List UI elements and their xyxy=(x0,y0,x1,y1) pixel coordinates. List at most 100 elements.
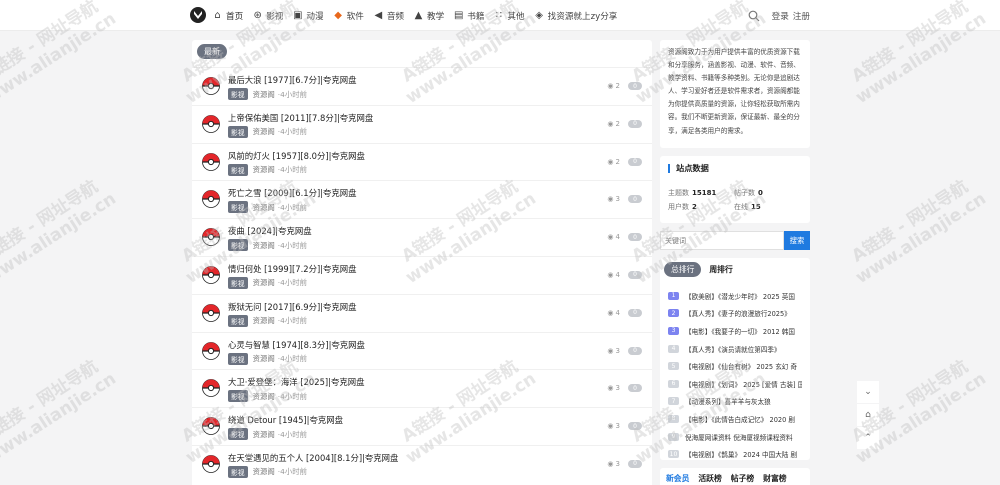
rank-title[interactable]: 【电影】《我要子的一切》 2012 韩国 xyxy=(685,326,795,336)
category-badge[interactable]: 影视 xyxy=(228,276,248,289)
rank-item[interactable]: 10 【电视剧】《鹊巢》 2024 中国大陆 剧 xyxy=(668,445,802,463)
post-row[interactable]: 死亡之雪 [2009][6.1分]|夸克网盘 影视 资源阁 · 4小时前 ◉ 3 0 xyxy=(192,180,652,218)
pokeball-avatar-icon[interactable] xyxy=(202,341,220,360)
post-title[interactable]: 大卫·爱登堡：海洋 [2025]|夸克网盘 xyxy=(228,376,365,388)
tab-weekly-rank[interactable]: 周排行 xyxy=(709,264,732,275)
post-author[interactable]: 资源阁 xyxy=(253,202,275,213)
pokeball-avatar-icon[interactable] xyxy=(202,114,220,133)
rank-item[interactable]: 7 【动漫系列】喜羊羊与灰太狼 xyxy=(668,393,802,411)
pokeball-avatar-icon[interactable] xyxy=(202,303,220,322)
latest-tab[interactable]: 最新 xyxy=(197,44,227,59)
post-row[interactable]: 上帝保佑美国 [2011][7.8分]|夸克网盘 影视 资源阁 · 4小时前 ◉ 2 0 xyxy=(192,104,652,143)
category-badge[interactable]: 影视 xyxy=(228,125,248,138)
search-icon[interactable] xyxy=(748,10,760,22)
post-row[interactable]: 情归何处 [1999][7.2分]|夸克网盘 影视 资源阁 · 4小时前 ◉ 4 0 xyxy=(192,255,652,294)
post-author[interactable]: 资源阁 xyxy=(253,126,275,137)
category-badge[interactable]: 影视 xyxy=(228,314,248,327)
post-title[interactable]: 夜曲 [2024]|夸克网盘 xyxy=(228,225,312,237)
nav-item-share[interactable]: ◈ 找资源就上zy分享 xyxy=(534,10,617,22)
nav-item-home[interactable]: ⌂ 首页 xyxy=(212,10,243,22)
category-badge[interactable]: 影视 xyxy=(228,428,248,441)
category-badge[interactable]: 影视 xyxy=(228,465,248,478)
rank-title[interactable]: 【真人秀】《妻子的浪漫旅行2025》 xyxy=(685,308,791,318)
rank-item[interactable]: 9 倪海厦网课资料 倪海厦视频课程资料 xyxy=(668,428,802,446)
tab-post-rank[interactable]: 帖子榜 xyxy=(731,473,754,483)
post-author[interactable]: 资源阁 xyxy=(253,429,275,440)
rank-item[interactable]: 6 【电视剧】《划词》 2025 [爱情 古装] 国 xyxy=(668,375,802,393)
pokeball-avatar-icon[interactable] xyxy=(202,266,220,284)
rank-title[interactable]: 【欧美剧】《潜龙少年时》 2025 英国 xyxy=(685,291,795,301)
post-author[interactable]: 资源阁 xyxy=(253,277,275,288)
rank-item[interactable]: 2 【真人秀】《妻子的浪漫旅行2025》 xyxy=(668,305,802,323)
register-link[interactable]: 注册 xyxy=(793,10,810,22)
pokeball-avatar-icon[interactable] xyxy=(202,228,220,247)
post-title[interactable]: 心灵与智慧 [1974][8.3分]|夸克网盘 xyxy=(228,339,365,351)
search-input[interactable] xyxy=(660,231,784,250)
post-row[interactable]: 最后大浪 [1977][6.7分]|夸克网盘 影视 资源阁 · 4小时前 ◉ 2 0 xyxy=(192,67,652,105)
rank-title[interactable]: 【动漫系列】喜羊羊与灰太狼 xyxy=(685,396,771,406)
pokeball-avatar-icon[interactable] xyxy=(202,152,220,171)
category-badge[interactable]: 影视 xyxy=(228,201,248,214)
nav-item-anime[interactable]: ▣ 动漫 xyxy=(292,10,323,22)
nav-item-books[interactable]: ▤ 书籍 xyxy=(453,10,484,22)
pokeball-avatar-icon[interactable] xyxy=(202,190,220,209)
nav-item-film[interactable]: ⊛ 影视 xyxy=(252,10,284,22)
rank-item[interactable]: 4 【真人秀】《演员请就位第四季》 xyxy=(668,340,802,358)
post-row[interactable]: 风前的灯火 [1957][8.0分]|夸克网盘 影视 资源阁 · 4小时前 ◉ 2 0 xyxy=(192,142,652,181)
post-title[interactable]: 最后大浪 [1977][6.7分]|夸克网盘 xyxy=(228,74,357,86)
post-title[interactable]: 风前的灯火 [1957][8.0分]|夸克网盘 xyxy=(228,150,365,162)
post-title[interactable]: 绕道 Detour [1945]|夸克网盘 xyxy=(228,414,343,426)
site-logo-icon[interactable] xyxy=(190,7,206,23)
rank-item[interactable]: 3 【电影】《我要子的一切》 2012 韩国 xyxy=(668,322,802,340)
category-badge[interactable]: 影视 xyxy=(228,352,248,365)
post-row[interactable]: 绕道 Detour [1945]|夸克网盘 影视 资源阁 · 4小时前 ◉ 3 0 xyxy=(192,407,652,445)
post-author[interactable]: 资源阁 xyxy=(253,89,275,100)
pokeball-avatar-icon[interactable] xyxy=(202,417,220,436)
post-title[interactable]: 在天堂遇见的五个人 [2004][8.1分]|夸克网盘 xyxy=(228,452,398,464)
post-title[interactable]: 上帝保佑美国 [2011][7.8分]|夸克网盘 xyxy=(228,112,373,124)
post-row[interactable]: 夜曲 [2024]|夸克网盘 影视 资源阁 · 4小时前 ◉ 4 0 xyxy=(192,218,652,256)
nav-item-other[interactable]: ∷ 其他 xyxy=(493,10,525,22)
post-author[interactable]: 资源阁 xyxy=(253,466,275,477)
post-author[interactable]: 资源阁 xyxy=(253,391,275,402)
pokeball-avatar-icon[interactable] xyxy=(202,77,220,95)
post-author[interactable]: 资源阁 xyxy=(253,315,275,326)
category-badge[interactable]: 影视 xyxy=(228,163,248,176)
rank-item[interactable]: 5 【电视剧】《仙台有树》 2025 玄幻 奇 xyxy=(668,357,802,375)
home-icon[interactable]: ⌂ xyxy=(857,404,879,426)
post-author[interactable]: 资源阁 xyxy=(253,353,275,364)
post-title[interactable]: 叛狱无问 [2017][6.9分]|夸克网盘 xyxy=(228,301,357,313)
tab-total-rank[interactable]: 总排行 xyxy=(664,262,702,277)
chevron-up-icon[interactable]: ⌃ xyxy=(857,427,879,449)
post-author[interactable]: 资源阁 xyxy=(253,240,275,251)
login-link[interactable]: 登录 xyxy=(772,10,789,22)
pokeball-avatar-icon[interactable] xyxy=(202,455,220,473)
search-button[interactable]: 搜索 xyxy=(784,231,810,250)
rank-item[interactable]: 1 【欧美剧】《潜龙少年时》 2025 英国 xyxy=(668,287,802,305)
post-row[interactable]: 在天堂遇见的五个人 [2004][8.1分]|夸克网盘 影视 资源阁 · 4小时前 ◉ 3 0 xyxy=(192,444,652,483)
post-row[interactable]: 心灵与智慧 [1974][8.3分]|夸克网盘 影视 资源阁 · 4小时前 ◉ 3 0 xyxy=(192,331,652,370)
post-title[interactable]: 情归何处 [1999][7.2分]|夸克网盘 xyxy=(228,263,357,275)
post-row[interactable]: 大卫·爱登堡：海洋 [2025]|夸克网盘 影视 资源阁 · 4小时前 ◉ 3 0 xyxy=(192,369,652,407)
post-author[interactable]: 资源阁 xyxy=(253,164,275,175)
chevron-down-icon[interactable]: ⌄ xyxy=(857,381,879,403)
tab-wealth-rank[interactable]: 财富榜 xyxy=(763,473,786,483)
tab-active-rank[interactable]: 活跃榜 xyxy=(698,473,721,483)
category-badge[interactable]: 影视 xyxy=(228,390,248,403)
post-title[interactable]: 死亡之雪 [2009][6.1分]|夸克网盘 xyxy=(228,187,357,199)
rank-title[interactable]: 倪海厦网课资料 倪海厦视频课程资料 xyxy=(685,432,793,442)
nav-item-audio[interactable]: ◀ 音频 xyxy=(373,10,404,22)
rank-title[interactable]: 【电视剧】《仙台有树》 2025 玄幻 奇 xyxy=(685,361,797,371)
rank-title[interactable]: 【真人秀】《演员请就位第四季》 xyxy=(685,344,781,354)
rank-item[interactable]: 8 【电影】《此情告白成记忆》 2020 剧 xyxy=(668,410,802,428)
rank-title[interactable]: 【电视剧】《划词》 2025 [爱情 古装] 国 xyxy=(685,379,802,389)
post-row[interactable]: 叛狱无问 [2017][6.9分]|夸克网盘 影视 资源阁 · 4小时前 ◉ 4 0 xyxy=(192,293,652,332)
nav-item-software[interactable]: ◆ 软件 xyxy=(333,10,364,22)
category-badge[interactable]: 影视 xyxy=(228,239,248,252)
pokeball-avatar-icon[interactable] xyxy=(202,379,220,398)
nav-item-teaching[interactable]: ▲ 教学 xyxy=(413,10,445,22)
tab-new-members[interactable]: 新会员 xyxy=(666,473,689,483)
rank-title[interactable]: 【电视剧】《鹊巢》 2024 中国大陆 剧 xyxy=(685,449,797,459)
category-badge[interactable]: 影视 xyxy=(228,88,248,100)
rank-title[interactable]: 【电影】《此情告白成记忆》 2020 剧 xyxy=(685,414,795,424)
